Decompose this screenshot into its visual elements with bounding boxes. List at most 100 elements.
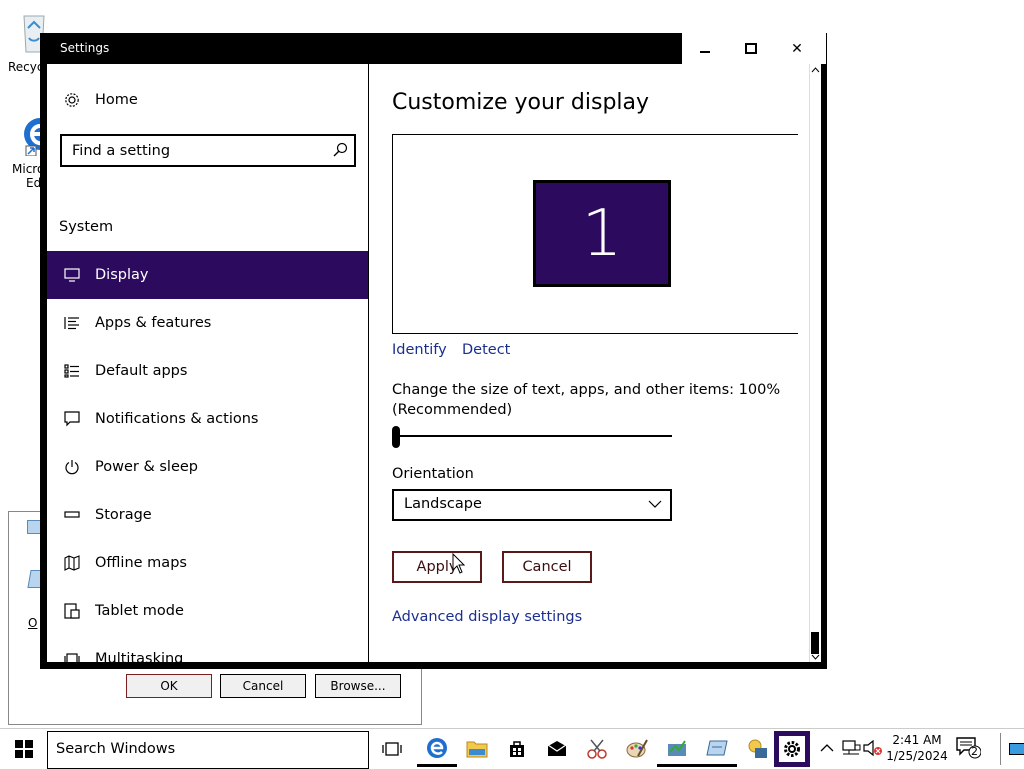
sidebar-item-offline-maps[interactable]: Offline maps: [47, 539, 368, 587]
sidebar-item-notifications[interactable]: Notifications & actions: [47, 395, 368, 443]
desktop-preview-icon: [1009, 743, 1024, 755]
window-title: Settings: [60, 41, 110, 55]
chart-app-icon: [668, 739, 686, 756]
taskbar-mail-button[interactable]: [537, 731, 577, 767]
maximize-button[interactable]: [728, 33, 774, 64]
taskbar-network-button[interactable]: [737, 731, 777, 767]
chevron-up-icon: [820, 744, 834, 752]
taskbar-paint-button[interactable]: [617, 731, 657, 767]
sidebar-item-power-sleep[interactable]: Power & sleep: [47, 443, 368, 491]
network-folder-icon: [748, 739, 767, 758]
sidebar-item-default-apps[interactable]: Default apps: [47, 347, 368, 395]
maximize-icon: [745, 43, 757, 54]
chevron-down-icon: [648, 497, 662, 511]
taskbar-file-explorer-button[interactable]: [457, 731, 497, 767]
notification-count: 2: [971, 745, 978, 758]
scroll-up-icon[interactable]: [811, 66, 820, 74]
clock-date: 1/25/2024: [886, 749, 948, 763]
taskbar-store-button[interactable]: [497, 731, 537, 767]
power-icon: [63, 458, 81, 476]
orientation-dropdown[interactable]: Landscape: [392, 489, 672, 521]
sidebar-item-label: Notifications & actions: [95, 411, 259, 427]
show-desktop-button[interactable]: [1000, 733, 1024, 765]
show-hidden-icons-button[interactable]: [816, 737, 838, 759]
taskbar-run-button[interactable]: [697, 731, 737, 767]
sidebar-item-tablet-mode[interactable]: Tablet mode: [47, 587, 368, 635]
sidebar-item-home[interactable]: Home: [47, 76, 368, 124]
sidebar-item-display[interactable]: Display: [47, 251, 368, 299]
monitor-icon: [63, 266, 81, 284]
scale-slider-track[interactable]: [392, 435, 672, 437]
scale-slider-thumb[interactable]: [392, 426, 400, 448]
sidebar-item-label: Power & sleep: [95, 459, 198, 475]
section-label: System: [59, 219, 114, 235]
window-controls: ✕: [682, 33, 826, 64]
default-apps-icon: [63, 362, 81, 380]
taskbar-search-input[interactable]: [48, 732, 356, 766]
find-setting-input[interactable]: [62, 136, 327, 165]
task-view-button[interactable]: [372, 731, 412, 767]
start-button[interactable]: [0, 729, 47, 769]
sidebar-item-storage[interactable]: Storage: [47, 491, 368, 539]
sidebar-item-label: Apps & features: [95, 315, 212, 331]
folder-icon: [466, 741, 488, 758]
find-setting-search[interactable]: [60, 134, 356, 167]
detect-link[interactable]: Detect: [462, 342, 510, 358]
scale-description: Change the size of text, apps, and other…: [392, 382, 781, 398]
advanced-display-settings-link[interactable]: Advanced display settings: [392, 609, 582, 625]
taskbar-search-box[interactable]: [47, 731, 369, 769]
sidebar-item-label: Display: [95, 267, 149, 283]
apply-button[interactable]: Apply: [392, 551, 482, 583]
list-icon: [63, 314, 81, 332]
scroll-down-icon[interactable]: [811, 653, 820, 661]
page-title: Customize your display: [392, 90, 650, 115]
clock-time: 2:41 AM: [892, 733, 942, 747]
sidebar-item-label: Offline maps: [95, 555, 187, 571]
action-center-button[interactable]: 2: [955, 735, 985, 763]
settings-window: Settings ✕ Home Find a setting System Di…: [40, 33, 827, 669]
taskbar-app-button[interactable]: [657, 731, 697, 767]
orientation-label: Orientation: [392, 466, 474, 482]
taskbar-edge-button[interactable]: [417, 731, 457, 767]
scissors-icon: [587, 739, 607, 759]
mail-icon: [547, 741, 567, 756]
windows-logo-icon: [14, 740, 33, 758]
title-bar[interactable]: Settings ✕: [40, 33, 827, 64]
paint-palette-icon: [626, 739, 648, 758]
multitasking-icon: [63, 650, 81, 668]
minimize-button[interactable]: [682, 33, 728, 64]
cancel-button[interactable]: Cancel: [502, 551, 592, 583]
sidebar-item-label: Storage: [95, 507, 152, 523]
map-icon: [63, 554, 81, 572]
taskbar: 2:41 AM 1/25/2024 2: [0, 728, 1024, 769]
scale-description-2: (Recommended): [392, 402, 513, 418]
identify-link[interactable]: Identify: [392, 342, 447, 358]
sidebar-item-label: Default apps: [95, 363, 188, 379]
sidebar-item-apps-features[interactable]: Apps & features: [47, 299, 368, 347]
edge-icon: [427, 737, 447, 758]
taskbar-clock[interactable]: 2:41 AM 1/25/2024: [886, 732, 948, 766]
close-icon: ✕: [791, 40, 803, 57]
minimize-icon: [700, 50, 710, 53]
gear-icon: [784, 741, 800, 757]
notification-icon: [63, 410, 81, 428]
close-button[interactable]: ✕: [774, 33, 820, 64]
open-label: O: [28, 616, 38, 630]
desktop-icon-label: Recyc: [8, 60, 44, 74]
monitor-1-tile[interactable]: 1: [533, 180, 671, 287]
sidebar-item-multitasking[interactable]: Multitasking: [47, 635, 368, 683]
task-view-icon: [382, 742, 402, 756]
storage-icon: [63, 506, 81, 524]
sidebar-item-label: Multitasking: [95, 651, 184, 667]
gear-icon: [63, 91, 81, 109]
volume-muted-icon: [863, 739, 882, 757]
taskbar-settings-button[interactable]: [774, 731, 810, 767]
display-settings-panel: Customize your display 1 Identify Detect…: [369, 64, 809, 662]
taskbar-snipping-button[interactable]: [577, 731, 617, 767]
scrollbar-thumb[interactable]: [811, 632, 819, 654]
vertical-scrollbar[interactable]: [809, 64, 821, 662]
tablet-icon: [63, 602, 81, 620]
network-tray-button[interactable]: [840, 737, 862, 759]
display-arrangement-preview: 1: [392, 134, 798, 334]
volume-tray-button[interactable]: [862, 737, 884, 759]
